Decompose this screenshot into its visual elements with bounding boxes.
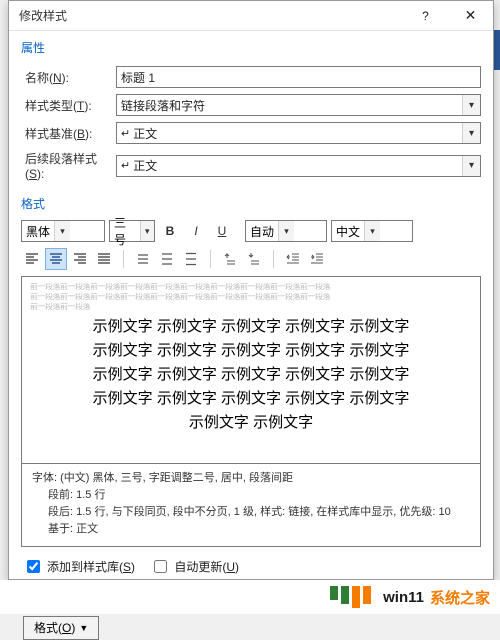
font-color-combo[interactable]: 自动 ▾ [245, 220, 327, 242]
app-ribbon-strip [494, 30, 500, 70]
font-name-combo[interactable]: 黑体 ▾ [21, 220, 105, 242]
label-based-on: 样式基准(B): [21, 125, 116, 142]
line-spacing-1.5-button[interactable] [156, 248, 178, 270]
align-right-button[interactable] [69, 248, 91, 270]
section-format-heading: 格式 [9, 187, 493, 214]
bold-button[interactable]: B [159, 220, 181, 242]
underline-button[interactable]: U [211, 220, 233, 242]
chevron-down-icon: ▾ [462, 95, 480, 115]
auto-update-checkbox[interactable]: 自动更新(U) [150, 557, 239, 576]
indent-decrease-button[interactable] [282, 248, 304, 270]
section-properties-heading: 属性 [9, 31, 493, 58]
line-spacing-2-button[interactable] [180, 248, 202, 270]
space-before-inc-button[interactable] [219, 248, 241, 270]
chevron-down-icon: ▾ [462, 156, 480, 176]
desc-line: 基于: 正文 [32, 521, 470, 538]
chevron-down-icon: ▾ [278, 221, 294, 241]
align-center-button[interactable] [45, 248, 67, 270]
format-menu-button[interactable]: 格式(O)▼ [23, 616, 99, 640]
add-to-gallery-checkbox[interactable]: 添加到样式库(S) [23, 557, 135, 576]
next-para-select[interactable]: ↵正文 ▾ [116, 155, 481, 177]
desc-line: 字体: (中文) 黑体, 三号, 字距调整二号, 居中, 段落间距 [32, 470, 470, 487]
indent-increase-button[interactable] [306, 248, 328, 270]
close-button[interactable]: ✕ [448, 1, 493, 31]
preview-prev-para: 前一段落前一段落 [30, 303, 472, 311]
preview-prev-para: 前一段落前一段落前一段落前一段落前一段落前一段落前一段落前一段落前一段落前一段落 [30, 283, 472, 291]
based-on-select[interactable]: ↵正文 ▾ [116, 122, 481, 144]
script-lang-combo[interactable]: 中文 ▾ [331, 220, 413, 242]
label-name: 名称(N): [21, 69, 116, 86]
help-button[interactable]: ? [403, 1, 448, 31]
paragraph-toolbar [9, 246, 493, 276]
preview-sample-text: 示例文字 示例文字 示例文字 示例文字 示例文字示例文字 示例文字 示例文字 示… [30, 315, 472, 435]
italic-button[interactable]: I [185, 220, 207, 242]
style-description: 字体: (中文) 黑体, 三号, 字距调整二号, 居中, 段落间距 段前: 1.… [21, 464, 481, 547]
chevron-down-icon: ▼ [79, 623, 88, 633]
chevron-down-icon: ▾ [140, 221, 154, 241]
space-before-dec-button[interactable] [243, 248, 265, 270]
align-justify-button[interactable] [93, 248, 115, 270]
align-left-button[interactable] [21, 248, 43, 270]
name-input[interactable] [116, 66, 481, 88]
titlebar: 修改样式 ? ✕ [9, 1, 493, 31]
watermark-text-a: win11 [383, 589, 424, 606]
label-type: 样式类型(T): [21, 97, 116, 114]
chevron-down-icon: ▾ [364, 221, 380, 241]
chevron-down-icon: ▾ [462, 123, 480, 143]
label-next-para: 后续段落样式(S): [21, 150, 116, 181]
desc-line: 段后: 1.5 行, 与下段同页, 段中不分页, 1 级, 样式: 链接, 在样… [32, 504, 470, 521]
style-type-select[interactable]: 链接段落和字符 ▾ [116, 94, 481, 116]
watermark-logo-icon [330, 586, 371, 608]
font-size-combo[interactable]: 三号 ▾ [109, 220, 155, 242]
properties-form: 名称(N): 样式类型(T): 链接段落和字符 ▾ 样式基准(B): ↵正文 ▾ [9, 58, 493, 187]
line-spacing-1-button[interactable] [132, 248, 154, 270]
preview-prev-para: 前一段落前一段落前一段落前一段落前一段落前一段落前一段落前一段落前一段落前一段落 [30, 293, 472, 301]
modify-style-dialog: 修改样式 ? ✕ 属性 名称(N): 样式类型(T): 链接段落和字符 ▾ 样式… [8, 0, 494, 580]
watermark-bar: win11 系统之家 [0, 580, 500, 614]
dialog-title: 修改样式 [19, 7, 67, 24]
watermark-text-b: 系统之家 [430, 587, 490, 608]
chevron-down-icon: ▾ [54, 221, 70, 241]
font-toolbar: 黑体 ▾ 三号 ▾ B I U 自动 ▾ 中文 ▾ [9, 214, 493, 246]
preview-panel: 前一段落前一段落前一段落前一段落前一段落前一段落前一段落前一段落前一段落前一段落… [21, 276, 481, 464]
desc-line: 段前: 1.5 行 [32, 487, 470, 504]
